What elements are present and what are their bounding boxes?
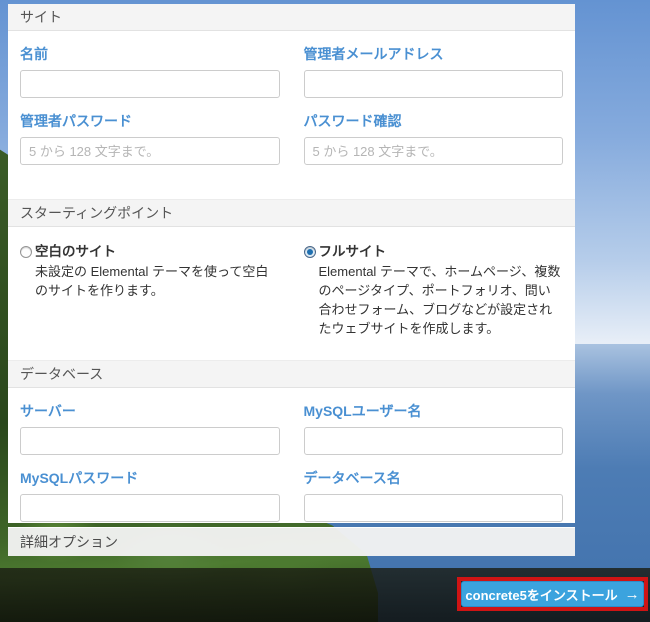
blank-site-label: 空白のサイト <box>35 244 280 260</box>
database-row-2: MySQLパスワード データベース名 <box>8 455 575 522</box>
advanced-options-bar[interactable]: 詳細オプション <box>8 527 575 556</box>
full-site-description: Elemental テーマで、ホームページ、複数のページタイプ、ポートフォリオ、… <box>319 263 564 338</box>
db-server-label: サーバー <box>20 401 280 421</box>
blank-site-option[interactable]: 空白のサイト 未設定の Elemental テーマを使って空白のサイトを作ります… <box>20 244 280 338</box>
database-section-header: データベース <box>8 360 575 388</box>
install-button-label: concrete5をインストール <box>465 585 617 604</box>
site-name-label: 名前 <box>20 44 280 64</box>
site-section-header: サイト <box>8 4 575 31</box>
arrow-right-icon: → <box>625 587 640 602</box>
admin-email-label: 管理者メールアドレス <box>304 44 564 64</box>
password-confirm-input[interactable] <box>304 137 564 165</box>
admin-email-input[interactable] <box>304 70 564 98</box>
site-name-input[interactable] <box>20 70 280 98</box>
annotation-highlight: concrete5をインストール → <box>457 577 648 611</box>
admin-password-input[interactable] <box>20 137 280 165</box>
db-password-label: MySQLパスワード <box>20 468 280 488</box>
db-name-input[interactable] <box>304 494 564 522</box>
install-button[interactable]: concrete5をインストール → <box>461 581 644 607</box>
starting-point-options: 空白のサイト 未設定の Elemental テーマを使って空白のサイトを作ります… <box>8 227 575 338</box>
installer-page: サイト 名前 管理者メールアドレス 管理者パスワード パスワード確認 スターティ… <box>0 0 650 622</box>
db-password-input[interactable] <box>20 494 280 522</box>
full-site-radio[interactable] <box>304 246 316 258</box>
blank-site-radio[interactable] <box>20 246 32 258</box>
full-site-option[interactable]: フルサイト Elemental テーマで、ホームページ、複数のページタイプ、ポー… <box>304 244 564 338</box>
full-site-label: フルサイト <box>319 244 564 260</box>
blank-site-description: 未設定の Elemental テーマを使って空白のサイトを作ります。 <box>35 263 280 301</box>
database-row-1: サーバー MySQLユーザー名 <box>8 388 575 455</box>
db-server-input[interactable] <box>20 427 280 455</box>
site-row-2: 管理者パスワード パスワード確認 <box>8 98 575 165</box>
admin-password-label: 管理者パスワード <box>20 111 280 131</box>
password-confirm-label: パスワード確認 <box>304 111 564 131</box>
db-username-input[interactable] <box>304 427 564 455</box>
db-username-label: MySQLユーザー名 <box>304 401 564 421</box>
db-name-label: データベース名 <box>304 468 564 488</box>
site-row-1: 名前 管理者メールアドレス <box>8 31 575 98</box>
install-form-panel: サイト 名前 管理者メールアドレス 管理者パスワード パスワード確認 スターティ… <box>8 4 575 523</box>
starting-point-section-header: スターティングポイント <box>8 199 575 227</box>
